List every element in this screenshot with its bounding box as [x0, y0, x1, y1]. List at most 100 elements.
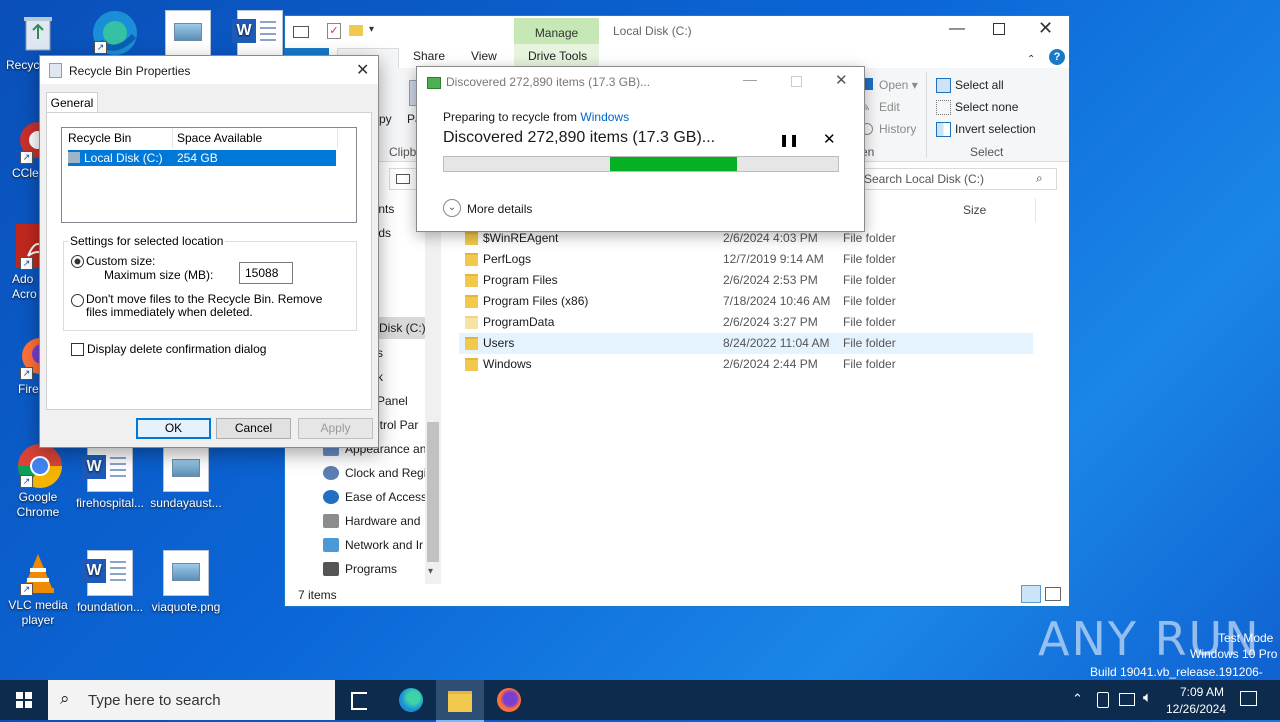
ok-button[interactable]: OK [136, 418, 211, 439]
firefox-taskbar-icon[interactable] [497, 688, 521, 712]
desktop-icon-foundation[interactable]: foundation... [72, 550, 148, 615]
nav-item-hardware[interactable]: Hardware and [323, 514, 420, 528]
search-icon[interactable]: ⌕ [1036, 171, 1043, 186]
history-button[interactable]: History [879, 122, 916, 136]
dialog-title-bar[interactable]: Recycle Bin Properties ✕ [40, 56, 378, 84]
large-icons-view-icon[interactable] [1045, 587, 1061, 601]
search-input[interactable]: Search Local Disk (C:) [864, 172, 984, 186]
clock-date[interactable]: 12/26/2024 [1160, 702, 1232, 716]
settings-group: Settings for selected location Custom si… [63, 234, 357, 331]
list-item-selected[interactable]: Local Disk (C:) 254 GB [68, 150, 336, 166]
select-none-button[interactable]: Select none [955, 100, 1018, 114]
nav-item-clock-region[interactable]: Clock and Regi [323, 466, 426, 480]
table-row[interactable]: Program Files 2/6/2024 2:53 PM File folder [459, 270, 1033, 291]
edit-button[interactable]: Edit [879, 100, 900, 114]
dont-move-radio[interactable] [71, 294, 84, 307]
desktop-icon-vlc[interactable]: ↗ VLC media player [0, 550, 76, 628]
quick-access-check-icon[interactable]: ✓ [327, 23, 341, 39]
select-all-button[interactable]: Select all [955, 78, 1004, 92]
table-row[interactable]: Program Files (x86) 7/18/2024 10:46 AM Fil… [459, 291, 1033, 312]
table-row[interactable]: PerfLogs 12/7/2019 9:14 AM File folder [459, 249, 1033, 270]
minimize-icon[interactable]: — [949, 20, 965, 38]
clock-time[interactable]: 7:09 AM [1172, 685, 1232, 699]
pause-icon[interactable]: ❚❚ [779, 133, 799, 147]
search-box[interactable]: Search Local Disk (C:) ⌕ [859, 168, 1057, 190]
column-header-size[interactable]: Size [963, 203, 986, 217]
desktop-icon-google-chrome[interactable]: ↗ Google Chrome [0, 442, 76, 520]
title-bar[interactable]: ✓ ▾ Manage Local Disk (C:) — ✕ [285, 16, 1069, 48]
recycle-progress-dialog[interactable]: Discovered 272,890 items (17.3 GB)... — … [416, 66, 865, 232]
confirm-dialog-checkbox[interactable] [71, 343, 84, 356]
network-icon[interactable] [1119, 693, 1135, 706]
minimize-icon[interactable]: — [743, 71, 757, 87]
tab-view[interactable]: View [471, 49, 497, 63]
ribbon-collapse-icon[interactable]: ⌃ [1027, 54, 1035, 65]
location-list[interactable]: Recycle Bin Location Space Available Loc… [61, 127, 357, 223]
start-windows-icon[interactable] [16, 692, 32, 708]
task-view-icon[interactable] [351, 692, 367, 710]
cancel-button[interactable]: Cancel [216, 418, 291, 439]
quick-access-properties-icon[interactable] [293, 26, 309, 38]
tab-share[interactable]: Share [413, 49, 445, 63]
invert-selection-button[interactable]: Invert selection [955, 122, 1036, 136]
volume-icon[interactable]: 🔈︎ [1143, 689, 1152, 706]
details-view-icon[interactable] [1021, 585, 1041, 603]
close-icon[interactable]: ✕ [1038, 18, 1053, 39]
source-folder-link[interactable]: Windows [580, 110, 629, 124]
edge-taskbar-icon[interactable] [399, 688, 423, 712]
cancel-icon[interactable]: ✕ [823, 130, 836, 148]
apply-button[interactable]: Apply [298, 418, 373, 439]
notification-icon[interactable] [1240, 691, 1257, 706]
recycle-bin-properties-dialog[interactable]: Recycle Bin Properties ✕ General Recycle… [39, 55, 379, 448]
chevron-down-icon[interactable]: ⌄ [443, 199, 461, 217]
file-explorer-icon [448, 691, 472, 712]
open-button[interactable]: Open ▾ [879, 78, 918, 92]
custom-size-radio[interactable] [71, 255, 84, 268]
quick-access-dropdown-icon[interactable]: ▾ [369, 24, 374, 35]
nav-item-all-control-panel[interactable]: ntrol Par [373, 418, 418, 432]
table-row-hovered[interactable]: Users 8/24/2022 11:04 AM File folder [459, 333, 1033, 354]
quick-access-folder-icon[interactable] [349, 25, 363, 36]
close-icon[interactable]: ✕ [356, 60, 369, 80]
desktop-icon-edge[interactable]: ↗ [74, 8, 150, 56]
desktop-icon-viaquote[interactable]: viaquote.png [148, 550, 224, 615]
close-icon[interactable]: ✕ [835, 71, 848, 89]
max-size-label: Maximum size (MB): [104, 268, 214, 282]
copy-button[interactable]: py [379, 112, 392, 126]
help-icon[interactable]: ? [1049, 49, 1065, 65]
scroll-down-icon[interactable]: ▾ [428, 566, 433, 577]
nav-item-network-internet[interactable]: Network and Ir [323, 538, 423, 552]
word-document-icon [232, 10, 283, 56]
desktop-icon-firehospital[interactable]: firehospital... [72, 446, 148, 511]
usb-device-icon[interactable] [1097, 692, 1109, 708]
tab-general[interactable]: General [46, 92, 98, 113]
confirm-dialog-label[interactable]: Display delete confirmation dialog [87, 342, 266, 356]
nav-item-ease-of-access[interactable]: Ease of Access [323, 490, 427, 504]
image-file-icon [165, 10, 211, 56]
explorer-taskbar-button-active[interactable] [436, 680, 484, 722]
windows-edition-text: Windows 10 Pro [1190, 647, 1278, 661]
column-header-space[interactable]: Space Available [173, 128, 338, 148]
tab-drive-tools[interactable]: Drive Tools [528, 49, 587, 63]
maximize-icon [791, 76, 802, 87]
table-row[interactable]: ProgramData 2/6/2024 3:27 PM File folder [459, 312, 1033, 333]
desktop-icon-image-file[interactable] [150, 10, 226, 60]
taskbar-search-box[interactable]: ⌕ Type here to search [48, 680, 335, 720]
taskbar-search-input[interactable]: Type here to search [88, 692, 221, 709]
dont-move-label[interactable]: Don't move files to the Recycle Bin. Rem… [86, 293, 346, 319]
nav-item-local-disk[interactable]: Disk (C:) [379, 321, 426, 335]
nav-item-control-panel[interactable]: Panel [377, 394, 408, 408]
more-details-button[interactable]: More details [467, 202, 532, 216]
vlc-icon: ↗ [16, 550, 60, 596]
maximize-icon[interactable] [993, 23, 1005, 35]
desktop-icon-sundayaust[interactable]: sundayaust... [148, 446, 224, 511]
show-hidden-icons-icon[interactable]: ⌃ [1072, 691, 1083, 707]
desktop-icon-label: foundation... [76, 600, 144, 614]
column-header-location[interactable]: Recycle Bin Location [62, 128, 173, 165]
nav-item-programs[interactable]: Programs [323, 562, 397, 576]
nav-scrollbar[interactable]: ▾ [425, 192, 441, 584]
max-size-input[interactable]: 15088 [239, 262, 293, 284]
table-row[interactable]: Windows 2/6/2024 2:44 PM File folder [459, 354, 1033, 375]
nav-scrollbar-thumb[interactable] [427, 422, 439, 562]
custom-size-label[interactable]: Custom size: [86, 254, 155, 268]
